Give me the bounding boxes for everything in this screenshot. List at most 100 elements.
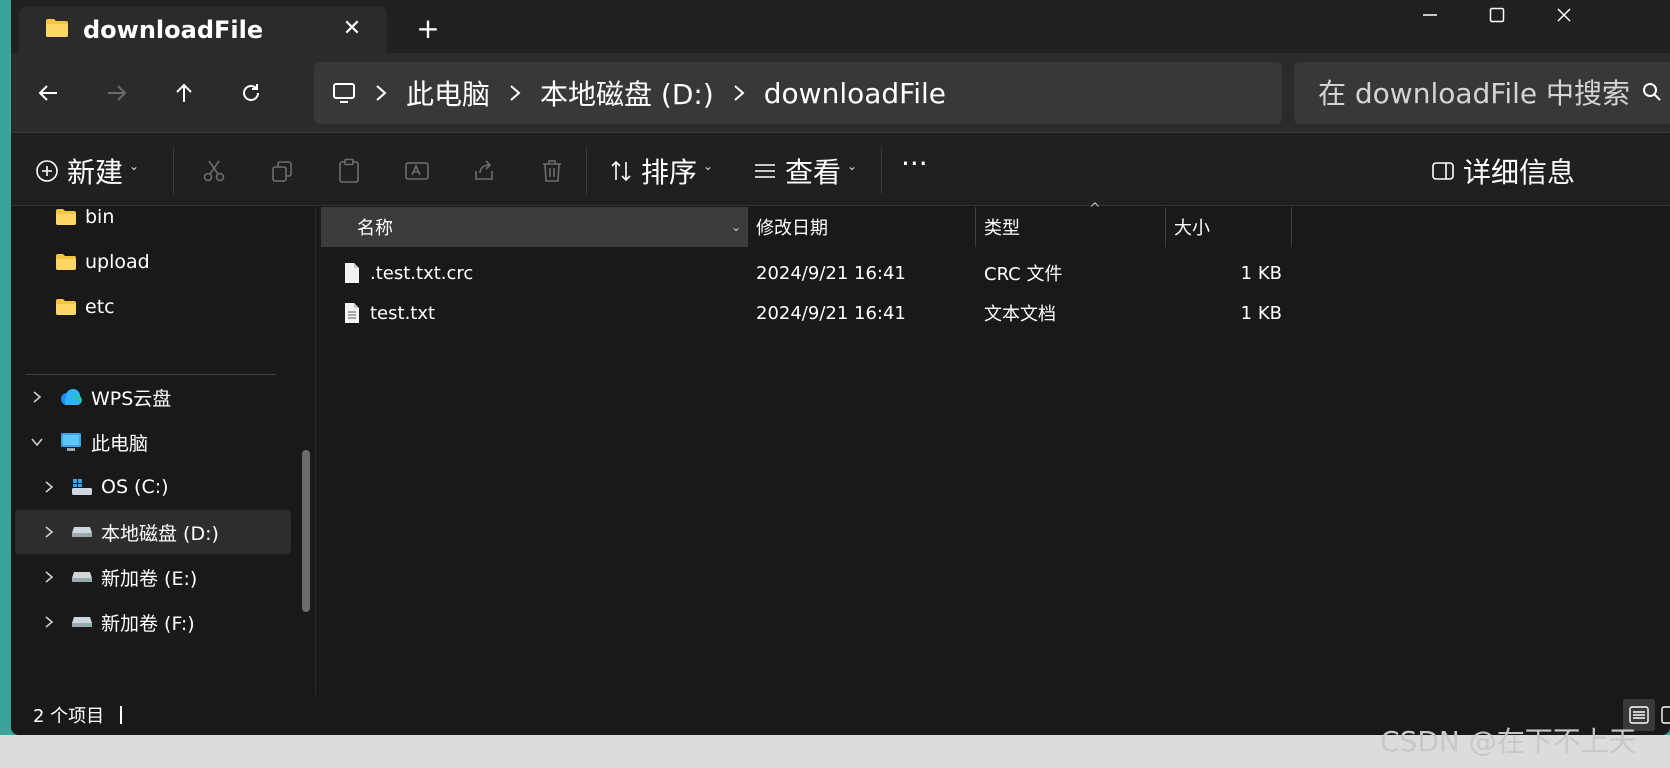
file-date: 2024/9/21 16:41 — [756, 302, 906, 324]
file-list: 名称 ⌄ 修改日期 类型 ^ 大小 .test.txt.crc 2024/9/2… — [321, 201, 1670, 695]
sidebar-item-wps-cloud[interactable]: WPS云盘 — [15, 375, 291, 419]
sidebar-item-etc[interactable]: etc — [55, 285, 331, 329]
folder-icon — [56, 209, 76, 225]
column-header-label: 类型 — [984, 218, 1020, 239]
trash-icon — [543, 160, 561, 182]
sidebar-item-upload[interactable]: upload — [55, 240, 331, 284]
file-row[interactable]: test.txt 2024/9/21 16:41 文本文档 1 KB — [321, 293, 1670, 333]
view-button[interactable]: 查看 ⌄ — [753, 150, 857, 192]
file-size: 1 KB — [1240, 262, 1282, 284]
toolbar-divider — [586, 148, 587, 194]
sidebar-item-label: upload — [85, 251, 150, 273]
column-header-size[interactable]: 大小 — [1165, 207, 1291, 247]
file-type: 文本文档 — [984, 304, 1056, 325]
column-header-label: 大小 — [1174, 218, 1210, 239]
refresh-button[interactable] — [231, 73, 271, 113]
scissors-icon — [203, 160, 225, 182]
tab-title: downloadFile — [83, 15, 264, 44]
paste-button[interactable] — [334, 156, 364, 186]
tab-downloadfile[interactable]: downloadFile ✕ — [19, 6, 387, 53]
status-separator — [120, 706, 123, 724]
drive-icon — [71, 615, 93, 629]
column-header-date[interactable]: 修改日期 — [747, 207, 975, 247]
file-row[interactable]: .test.txt.crc 2024/9/21 16:41 CRC 文件 1 K… — [321, 253, 1670, 293]
file-name: test.txt — [370, 302, 436, 324]
sort-icon — [611, 160, 631, 182]
close-icon — [1557, 8, 1571, 22]
address-bar[interactable]: 此电脑 本地磁盘 (D:) downloadFile — [314, 62, 1282, 124]
share-icon — [475, 160, 493, 180]
item-count: 2 个项目 — [33, 706, 105, 727]
sort-label: 排序 — [641, 156, 698, 189]
search-input[interactable] — [1318, 76, 1638, 110]
file-icon — [343, 253, 361, 293]
maximize-button[interactable] — [1474, 0, 1520, 30]
sidebar-scrollbar[interactable] — [302, 450, 310, 612]
details-pane-button[interactable]: 详细信息 — [1431, 150, 1575, 192]
column-header-label: 修改日期 — [756, 218, 828, 239]
column-divider[interactable] — [1291, 207, 1292, 247]
drive-icon — [71, 525, 93, 539]
sidebar-item-drive-f[interactable]: 新加卷 (F:) — [15, 600, 291, 644]
sidebar-item-drive-d[interactable]: 本地磁盘 (D:) — [15, 510, 291, 554]
chevron-down-icon: ⌄ — [847, 159, 858, 173]
plus-circle-icon — [36, 160, 58, 182]
new-tab-button[interactable]: + — [411, 12, 445, 46]
cloud-icon — [59, 388, 83, 406]
delete-button[interactable] — [537, 156, 567, 186]
minimize-button[interactable] — [1407, 0, 1453, 30]
share-button[interactable] — [469, 156, 499, 186]
cut-button[interactable] — [199, 156, 229, 186]
sidebar-item-label: OS (C:) — [101, 476, 169, 498]
computer-icon — [59, 432, 83, 452]
file-size: 1 KB — [1240, 302, 1282, 324]
tiles-view-button[interactable] — [1655, 699, 1670, 731]
sidebar-item-drive-e[interactable]: 新加卷 (E:) — [15, 555, 291, 599]
search-icon[interactable] — [1642, 82, 1662, 106]
chevron-down-icon[interactable] — [29, 434, 45, 450]
back-button[interactable] — [28, 73, 68, 113]
view-label: 查看 — [785, 156, 842, 189]
chevron-right-icon[interactable] — [29, 389, 45, 405]
up-button[interactable] — [164, 73, 204, 113]
file-type: CRC 文件 — [984, 264, 1063, 285]
more-options-button[interactable]: ··· — [901, 142, 928, 184]
breadcrumb-drive-d[interactable]: 本地磁盘 (D:) — [540, 73, 714, 113]
forward-button[interactable] — [97, 73, 137, 113]
chevron-right-icon[interactable] — [41, 614, 57, 630]
text-file-icon — [343, 293, 361, 333]
close-tab-icon[interactable]: ✕ — [339, 16, 365, 42]
arrow-right-icon — [108, 85, 127, 101]
column-header-name[interactable]: 名称 ⌄ — [321, 207, 747, 247]
breadcrumb-this-pc[interactable]: 此电脑 — [406, 73, 490, 113]
new-label: 新建 — [67, 156, 124, 189]
more-icon: ··· — [901, 146, 928, 180]
column-header-type[interactable]: 类型 — [975, 207, 1165, 247]
breadcrumb-downloadfile[interactable]: downloadFile — [764, 77, 946, 110]
clipboard-icon — [339, 158, 359, 183]
details-label: 详细信息 — [1463, 156, 1576, 189]
sidebar-item-bin[interactable]: bin — [55, 195, 331, 239]
chevron-right-icon[interactable] — [41, 524, 57, 540]
copy-button[interactable] — [267, 156, 297, 186]
search-box[interactable] — [1294, 62, 1670, 124]
sidebar-item-label: 本地磁盘 (D:) — [101, 522, 219, 545]
folder-icon — [45, 18, 69, 42]
chevron-right-icon[interactable] — [41, 479, 57, 495]
sort-button[interactable]: 排序 ⌄ — [609, 150, 713, 192]
sidebar-item-label: etc — [85, 296, 115, 318]
chevron-down-icon[interactable]: ⌄ — [731, 220, 741, 234]
rename-button[interactable] — [402, 156, 432, 186]
windows-drive-icon — [71, 478, 93, 496]
chevron-down-icon: ⌄ — [129, 159, 140, 173]
sidebar-item-drive-c[interactable]: OS (C:) — [15, 465, 291, 509]
close-window-button[interactable] — [1541, 0, 1587, 30]
copy-icon — [272, 161, 292, 182]
arrow-left-icon — [38, 85, 57, 101]
pane-splitter[interactable] — [315, 207, 316, 695]
file-date: 2024/9/21 16:41 — [756, 262, 906, 284]
sidebar-item-this-pc[interactable]: 此电脑 — [15, 420, 291, 464]
new-button[interactable]: 新建 ⌄ — [35, 150, 139, 192]
column-header-label: 名称 — [357, 218, 393, 239]
chevron-right-icon[interactable] — [41, 569, 57, 585]
